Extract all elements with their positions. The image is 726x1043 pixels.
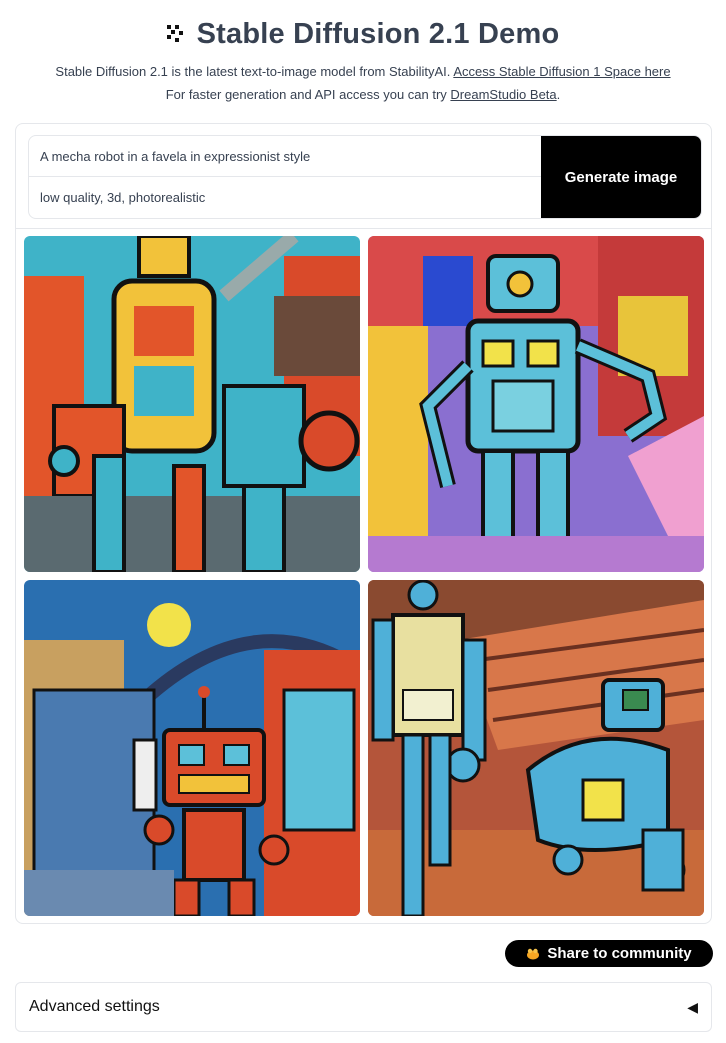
gallery-image-4[interactable] (368, 580, 704, 916)
share-label: Share to community (547, 945, 692, 962)
share-hands-icon (527, 948, 540, 959)
prompt-form: A mecha robot in a favela in expressioni… (28, 135, 702, 219)
page-header: Stable Diffusion 2.1 Demo Stable Diffusi… (0, 0, 726, 103)
negative-prompt-input[interactable]: low quality, 3d, photorealistic (29, 176, 541, 217)
share-to-community-button[interactable]: Share to community (505, 940, 713, 967)
gallery-image-2[interactable] (368, 236, 704, 572)
divider (16, 228, 711, 229)
description-text-2: For faster generation and API access you… (165, 87, 447, 102)
period: . (556, 87, 561, 102)
gallery-image-3[interactable] (24, 580, 360, 916)
sd1-space-link[interactable]: Access Stable Diffusion 1 Space here (453, 64, 670, 79)
caret-left-icon: ◀ (687, 998, 698, 1015)
prompt-input[interactable]: A mecha robot in a favela in expressioni… (29, 136, 541, 176)
description-line-1: Stable Diffusion 2.1 is the latest text-… (0, 64, 726, 79)
logo-icon (166, 25, 185, 43)
advanced-settings-label: Advanced settings (29, 998, 160, 1015)
title-row: Stable Diffusion 2.1 Demo (0, 14, 726, 54)
page-title: Stable Diffusion 2.1 Demo (196, 17, 560, 50)
generate-button[interactable]: Generate image (541, 136, 701, 218)
description-line-2: For faster generation and API access you… (0, 87, 726, 102)
dreamstudio-link[interactable]: DreamStudio Beta (450, 87, 556, 102)
main-panel: A mecha robot in a favela in expressioni… (15, 123, 712, 924)
gallery-image-1[interactable] (24, 236, 360, 572)
advanced-settings-accordion[interactable]: Advanced settings ◀ (15, 982, 712, 1032)
description-text: Stable Diffusion 2.1 is the latest text-… (55, 64, 451, 79)
